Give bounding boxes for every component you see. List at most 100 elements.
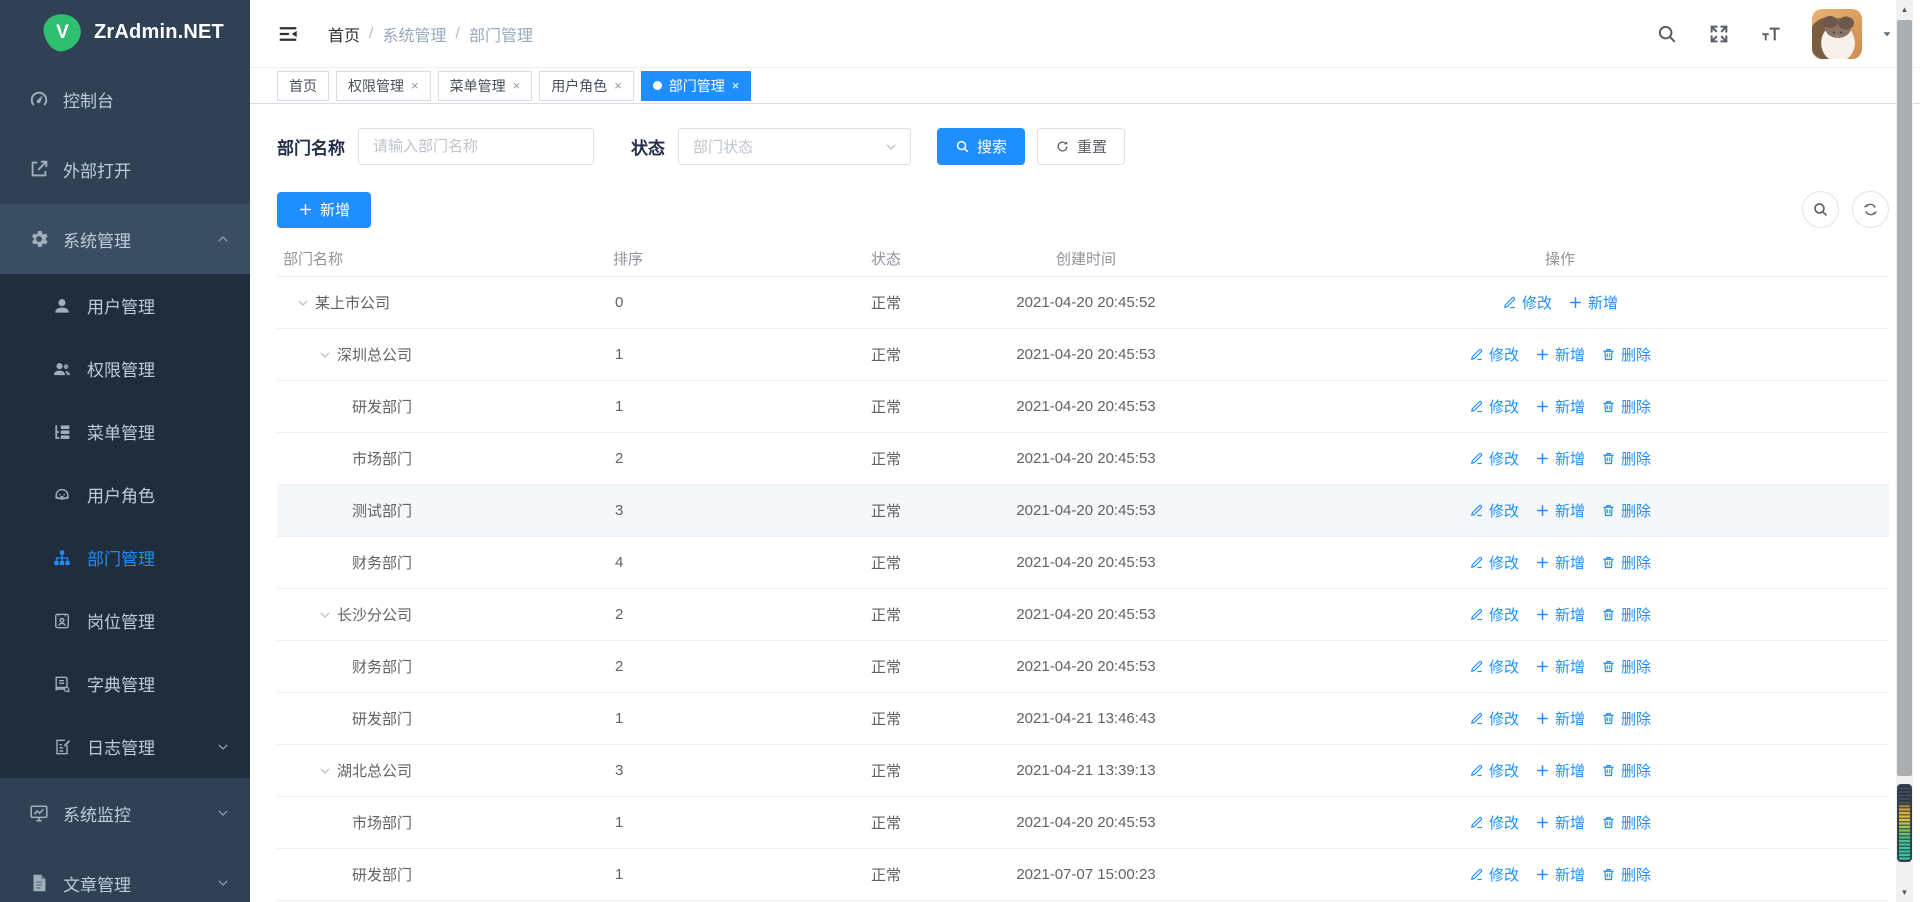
trash-icon xyxy=(1601,347,1616,362)
tab-权限管理[interactable]: 权限管理× xyxy=(336,71,431,101)
edit-row-button[interactable]: 修改 xyxy=(1469,812,1519,833)
delete-row-button[interactable]: 删除 xyxy=(1601,448,1651,469)
scrollbar-down-arrow-icon[interactable]: ▼ xyxy=(1896,884,1913,900)
add-row-button[interactable]: 新增 xyxy=(1535,500,1585,521)
delete-row-button[interactable]: 删除 xyxy=(1601,344,1651,365)
add-button[interactable]: 新增 xyxy=(277,192,371,228)
tab-label: 首页 xyxy=(289,76,317,96)
sidebar-collapse-icon[interactable] xyxy=(277,23,299,45)
sidebar-item-日志管理[interactable]: 日志管理 xyxy=(0,715,250,778)
fullscreen-icon[interactable] xyxy=(1708,23,1730,45)
plus-icon xyxy=(1535,451,1550,466)
delete-row-button[interactable]: 删除 xyxy=(1601,656,1651,677)
delete-row-button[interactable]: 删除 xyxy=(1601,604,1651,625)
edit-row-button[interactable]: 修改 xyxy=(1469,708,1519,729)
column-header-操作: 操作 xyxy=(1231,248,1889,269)
article-icon xyxy=(28,872,50,894)
logo-icon: V xyxy=(41,11,84,54)
edit-row-button[interactable]: 修改 xyxy=(1469,864,1519,885)
sidebar-item-文章管理[interactable]: 文章管理 xyxy=(0,848,250,902)
sidebar-item-用户管理[interactable]: 用户管理 xyxy=(0,274,250,337)
add-row-button[interactable]: 新增 xyxy=(1535,864,1585,885)
edit-row-button[interactable]: 修改 xyxy=(1469,604,1519,625)
table-toolbar: 新增 xyxy=(277,191,1889,228)
edit-row-button[interactable]: 修改 xyxy=(1469,552,1519,573)
edit-row-button[interactable]: 修改 xyxy=(1469,396,1519,417)
reset-button-label: 重置 xyxy=(1077,136,1107,157)
add-row-button[interactable]: 新增 xyxy=(1535,448,1585,469)
sidebar-item-菜单管理[interactable]: 菜单管理 xyxy=(0,400,250,463)
order-cell: 3 xyxy=(611,762,831,779)
tree-expand-icon[interactable] xyxy=(318,348,332,362)
created-time-cell: 2021-04-20 20:45:53 xyxy=(941,502,1231,519)
breadcrumb-item-首页[interactable]: 首页 xyxy=(328,22,360,46)
tab-close-icon[interactable]: × xyxy=(614,79,622,92)
search-icon[interactable] xyxy=(1656,23,1678,45)
tree-expand-icon[interactable] xyxy=(296,296,310,310)
edit-icon xyxy=(1469,763,1484,778)
browser-scrollbar[interactable]: ▲ ▼ xyxy=(1896,0,1913,902)
tab-菜单管理[interactable]: 菜单管理× xyxy=(438,71,533,101)
edit-icon xyxy=(1469,399,1484,414)
add-row-button[interactable]: 新增 xyxy=(1535,604,1585,625)
tab-首页[interactable]: 首页 xyxy=(277,71,329,101)
font-size-icon[interactable] xyxy=(1760,23,1782,45)
app-logo[interactable]: V ZrAdmin.NET xyxy=(0,0,250,64)
scrollbar-thumb[interactable] xyxy=(1897,20,1912,776)
tab-用户角色[interactable]: 用户角色× xyxy=(539,71,634,101)
sidebar-item-部门管理[interactable]: 部门管理 xyxy=(0,526,250,589)
sidebar-item-字典管理[interactable]: 字典管理 xyxy=(0,652,250,715)
breadcrumb-separator: / xyxy=(455,25,459,43)
edit-row-button[interactable]: 修改 xyxy=(1469,656,1519,677)
column-header-状态: 状态 xyxy=(831,248,941,269)
sidebar-item-岗位管理[interactable]: 岗位管理 xyxy=(0,589,250,652)
delete-row-button[interactable]: 删除 xyxy=(1601,760,1651,781)
status-select[interactable]: 部门状态 xyxy=(678,128,911,165)
dept-name-input[interactable] xyxy=(373,138,579,155)
sidebar-item-用户角色[interactable]: 用户角色 xyxy=(0,463,250,526)
user-menu-caret-icon[interactable] xyxy=(1880,27,1894,41)
delete-row-button[interactable]: 删除 xyxy=(1601,396,1651,417)
user-icon xyxy=(52,296,72,316)
reset-button[interactable]: 重置 xyxy=(1037,128,1125,165)
delete-row-button[interactable]: 删除 xyxy=(1601,812,1651,833)
add-row-button[interactable]: 新增 xyxy=(1535,396,1585,417)
add-row-button[interactable]: 新增 xyxy=(1535,344,1585,365)
tree-expand-icon[interactable] xyxy=(318,608,332,622)
tree-expand-icon[interactable] xyxy=(318,764,332,778)
tab-close-icon[interactable]: × xyxy=(411,79,419,92)
user-avatar[interactable] xyxy=(1812,9,1862,59)
sidebar-item-控制台[interactable]: 控制台 xyxy=(0,64,250,134)
edit-row-button[interactable]: 修改 xyxy=(1469,344,1519,365)
sidebar-item-系统监控[interactable]: 系统监控 xyxy=(0,778,250,848)
tab-部门管理[interactable]: 部门管理× xyxy=(641,71,752,101)
edit-row-button[interactable]: 修改 xyxy=(1469,500,1519,521)
edit-row-button[interactable]: 修改 xyxy=(1469,760,1519,781)
chevron-down-icon xyxy=(216,876,230,890)
action-label: 新增 xyxy=(1555,656,1585,677)
add-row-button[interactable]: 新增 xyxy=(1535,656,1585,677)
toggle-search-button[interactable] xyxy=(1802,191,1839,228)
refresh-table-button[interactable] xyxy=(1852,191,1889,228)
action-label: 删除 xyxy=(1621,708,1651,729)
tab-close-icon[interactable]: × xyxy=(732,79,740,92)
search-button[interactable]: 搜索 xyxy=(937,128,1025,165)
sidebar-item-权限管理[interactable]: 权限管理 xyxy=(0,337,250,400)
add-row-button[interactable]: 新增 xyxy=(1535,812,1585,833)
delete-row-button[interactable]: 删除 xyxy=(1601,552,1651,573)
sidebar-item-外部打开[interactable]: 外部打开 xyxy=(0,134,250,204)
add-row-button[interactable]: 新增 xyxy=(1535,708,1585,729)
add-row-button[interactable]: 新增 xyxy=(1568,292,1618,313)
add-row-button[interactable]: 新增 xyxy=(1535,552,1585,573)
delete-row-button[interactable]: 删除 xyxy=(1601,708,1651,729)
add-row-button[interactable]: 新增 xyxy=(1535,760,1585,781)
tab-close-icon[interactable]: × xyxy=(513,79,521,92)
action-label: 修改 xyxy=(1489,760,1519,781)
edit-row-button[interactable]: 修改 xyxy=(1502,292,1552,313)
scrollbar-up-arrow-icon[interactable]: ▲ xyxy=(1896,1,1913,17)
dept-name-cell: 某上市公司 xyxy=(277,292,611,313)
sidebar-item-系统管理[interactable]: 系统管理 xyxy=(0,204,250,274)
delete-row-button[interactable]: 删除 xyxy=(1601,864,1651,885)
delete-row-button[interactable]: 删除 xyxy=(1601,500,1651,521)
edit-row-button[interactable]: 修改 xyxy=(1469,448,1519,469)
